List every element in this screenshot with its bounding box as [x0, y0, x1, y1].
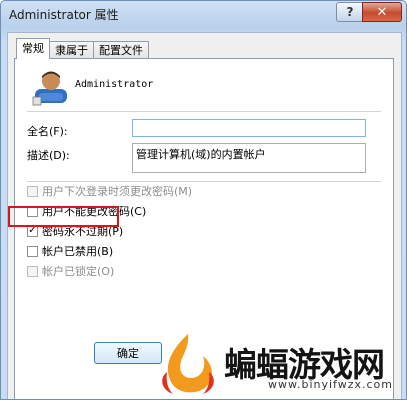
watermark-logo-icon — [162, 334, 214, 394]
description-label: 描述(D): — [27, 149, 70, 162]
checkbox-checked[interactable]: ✓ — [27, 225, 38, 237]
fullname-input[interactable] — [132, 119, 366, 137]
option-label: 帐户已锁定(O) — [42, 265, 115, 278]
checkbox[interactable] — [27, 245, 38, 257]
ok-button[interactable]: 确定 — [94, 342, 162, 364]
description-input[interactable]: 管理计算机(域)的内置帐户 — [132, 143, 366, 173]
divider-mid — [27, 181, 381, 182]
option-label: 帐户已禁用(B) — [42, 245, 114, 258]
option-account-disabled[interactable]: 帐户已禁用(B) — [27, 243, 113, 259]
window-title: Administrator 属性 — [9, 8, 119, 22]
fullname-label: 全名(F): — [27, 125, 68, 138]
checkbox[interactable] — [27, 185, 38, 197]
tab-profile[interactable]: 配置文件 — [93, 41, 149, 59]
title-bar[interactable]: Administrator 属性 ? ✕ — [1, 1, 406, 27]
close-button[interactable]: ✕ — [362, 2, 402, 22]
help-button[interactable]: ? — [336, 2, 364, 22]
account-name: Administrator — [75, 79, 154, 90]
checkbox[interactable] — [27, 265, 38, 277]
user-account-icon — [32, 71, 67, 106]
annotation-highlight-box — [8, 206, 119, 227]
tab-member-of[interactable]: 隶属于 — [49, 41, 94, 59]
option-must-change-password[interactable]: 用户下次登录时须更改密码(M) — [27, 183, 192, 199]
tab-general[interactable]: 常规 — [16, 38, 50, 59]
tab-strip: 常规 隶属于 配置文件 — [16, 38, 149, 59]
divider-top — [27, 111, 381, 112]
option-account-locked[interactable]: 帐户已锁定(O) — [27, 263, 114, 279]
option-label: 用户下次登录时须更改密码(M) — [42, 185, 193, 198]
watermark-url: www.binyifwzx.com — [268, 378, 394, 391]
